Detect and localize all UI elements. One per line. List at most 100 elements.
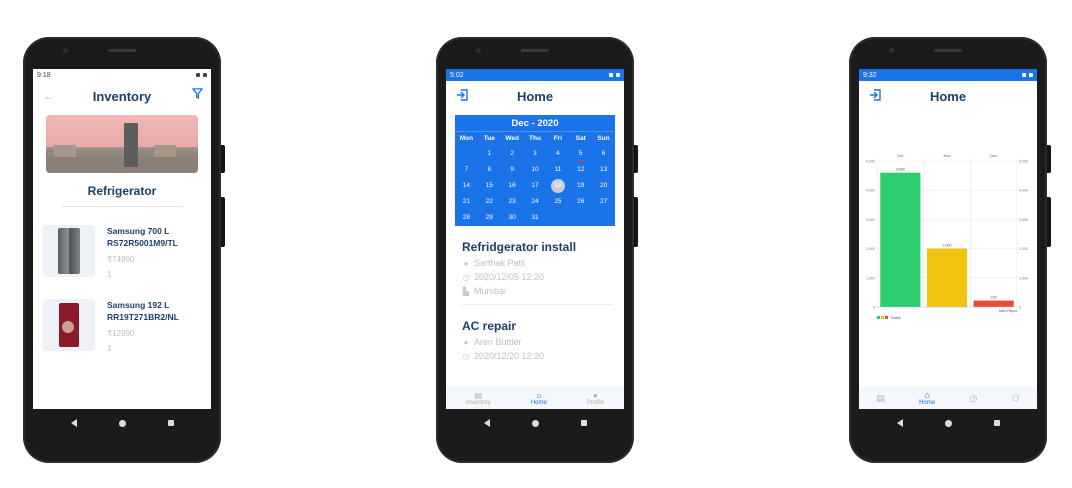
tab-inventory[interactable]: ▤ <box>876 393 885 403</box>
phone-inventory: 9:18 ← Inventory Refrigerator Samsung 70… <box>23 37 225 463</box>
y-tick-label: 1,000 <box>866 276 875 280</box>
calendar-day[interactable]: 19 <box>569 178 592 194</box>
calendar-day[interactable]: 10 <box>524 162 547 178</box>
calendar-day[interactable]: 25 <box>546 194 569 210</box>
bar <box>973 300 1014 307</box>
y-tick-label-right: 4,000 <box>1019 189 1028 193</box>
logout-icon[interactable] <box>869 89 881 104</box>
calendar-day[interactable]: 16 <box>501 178 524 194</box>
y-tick-label-right: 5,000 <box>1019 160 1028 164</box>
bar <box>880 172 921 307</box>
y-tick-label: 5,000 <box>866 160 875 164</box>
data-label: 2,000 <box>943 244 952 248</box>
calendar-day[interactable]: 5 <box>569 146 592 162</box>
power-button <box>1047 145 1051 173</box>
calendar-day[interactable]: 21 <box>455 194 478 210</box>
nav-back-icon[interactable] <box>483 419 490 427</box>
cabinet <box>54 145 76 157</box>
calendar-day[interactable]: 27 <box>592 194 615 210</box>
tab-profile[interactable]: ● Profile <box>587 391 604 406</box>
calendar-day[interactable]: 9 <box>501 162 524 178</box>
calendar-day[interactable]: 1 <box>478 146 501 162</box>
calendar-day[interactable]: 14 <box>455 178 478 194</box>
person-icon: ● <box>463 337 469 347</box>
calendar-day[interactable]: 7 <box>455 162 478 178</box>
people-icon: ⚇ <box>1011 392 1020 403</box>
nav-back-icon[interactable] <box>70 419 77 427</box>
calendar-day[interactable]: 12 <box>569 162 592 178</box>
event-card[interactable]: AC repair ● Aren Buttler ◷ 2020/12/20 12:2… <box>462 319 624 361</box>
tab-history[interactable]: ◷ <box>969 393 977 403</box>
tab-label: Home <box>919 399 936 406</box>
nav-home-icon[interactable] <box>118 419 126 427</box>
calendar-day[interactable]: 8 <box>478 162 501 178</box>
inventory-icon: ▤ <box>474 390 483 400</box>
calendar-day[interactable]: 4 <box>546 146 569 162</box>
status-bar: 9:18 <box>33 69 211 81</box>
calendar-day[interactable]: 31 <box>524 210 547 226</box>
category-image[interactable] <box>46 115 198 173</box>
calendar-today: 18 <box>550 179 565 193</box>
chart-svg: 0 0 1,000 1,000 2,000 2,000 3,000 3,000 4,000 4,0… <box>866 153 1028 320</box>
status-bar: 9:32 <box>859 69 1037 81</box>
tab-home[interactable]: ⌂ Home <box>919 390 936 406</box>
status-time: 9:18 <box>37 71 51 79</box>
x-tick-label: Nov <box>943 153 950 158</box>
logout-icon[interactable] <box>456 89 468 104</box>
nav-recent-icon[interactable] <box>580 420 587 426</box>
speaker <box>521 49 549 52</box>
y-tick-label: 2,000 <box>866 247 875 251</box>
calendar-day[interactable]: 30 <box>501 210 524 226</box>
nav-home-icon[interactable] <box>944 419 952 427</box>
y-tick-label: 4,000 <box>866 189 875 193</box>
bottom-tab-bar: ▤ Inventory ⌂ Home ● Profile <box>446 387 624 409</box>
screen: 9:32 Home 0 0 1,000 1,000 2,000 2,000 3,000 3,0… <box>859 69 1037 409</box>
back-arrow-icon[interactable]: ← <box>43 89 55 103</box>
calendar-day[interactable]: 29 <box>478 210 501 226</box>
power-button <box>221 145 225 173</box>
calendar-day[interactable]: 20 <box>592 178 615 194</box>
list-item[interactable]: Samsung 700 L RS72R5001M9/TL ₹74990 1 <box>43 225 211 279</box>
calendar-day[interactable]: 26 <box>569 194 592 210</box>
screen: 9:18 ← Inventory Refrigerator Samsung 70… <box>33 69 211 409</box>
profile-icon: ● <box>593 390 598 400</box>
product-thumbnail <box>43 299 95 351</box>
product-price: ₹12990 <box>107 329 135 338</box>
product-thumbnail <box>43 225 95 277</box>
calendar-day[interactable]: 23 <box>501 194 524 210</box>
calendar-day[interactable]: 18 <box>546 178 569 194</box>
screen: 5:02 Home Dec - 2020 Mon Tue Wed Thu Fri Sat S… <box>446 69 624 409</box>
calendar-month[interactable]: Dec - 2020 <box>455 115 615 132</box>
tab-home[interactable]: ⌂ Home <box>531 391 547 406</box>
product-model: RS72R5001M9/TL <box>107 238 178 248</box>
weekday-label: Fri <box>553 135 562 142</box>
calendar-day[interactable]: 17 <box>524 178 547 194</box>
calendar-day[interactable]: 2 <box>501 146 524 162</box>
volume-button <box>1047 197 1051 247</box>
volume-button <box>634 197 638 247</box>
calendar-day[interactable]: 13 <box>592 162 615 178</box>
chart-annotation: Sales Report <box>999 309 1018 313</box>
category-title: Refrigerator <box>87 184 157 198</box>
calendar-day[interactable]: 6 <box>592 146 615 162</box>
bottom-tab-bar: ▤ ⌂ Home ◷ ⚇ <box>859 387 1037 409</box>
tab-inventory[interactable]: ▤ Inventory <box>466 391 491 406</box>
list-item[interactable]: Samsung 192 L RR19T271BR2/NL ₹12990 1 <box>43 299 211 353</box>
nav-back-icon[interactable] <box>896 419 903 427</box>
tab-people[interactable]: ⚇ <box>1011 392 1020 403</box>
calendar-day[interactable]: 3 <box>524 146 547 162</box>
event-card[interactable]: Refridgerator install ● Sarthak Patil ◷ 20… <box>462 240 624 296</box>
calendar-day[interactable]: 24 <box>524 194 547 210</box>
event-person-name: Aren Buttler <box>474 337 522 347</box>
nav-recent-icon[interactable] <box>993 420 1000 426</box>
filter-icon[interactable] <box>192 88 203 102</box>
tab-label: Inventory <box>466 399 491 406</box>
nav-home-icon[interactable] <box>531 419 539 427</box>
calendar-day[interactable]: 22 <box>478 194 501 210</box>
event-city: ▙ Mumbai <box>462 286 624 296</box>
calendar-day[interactable]: 11 <box>546 162 569 178</box>
calendar-day[interactable]: 15 <box>478 178 501 194</box>
nav-recent-icon[interactable] <box>167 420 174 426</box>
event-city-text: Mumbai <box>474 286 507 296</box>
calendar-day[interactable]: 28 <box>455 210 478 226</box>
